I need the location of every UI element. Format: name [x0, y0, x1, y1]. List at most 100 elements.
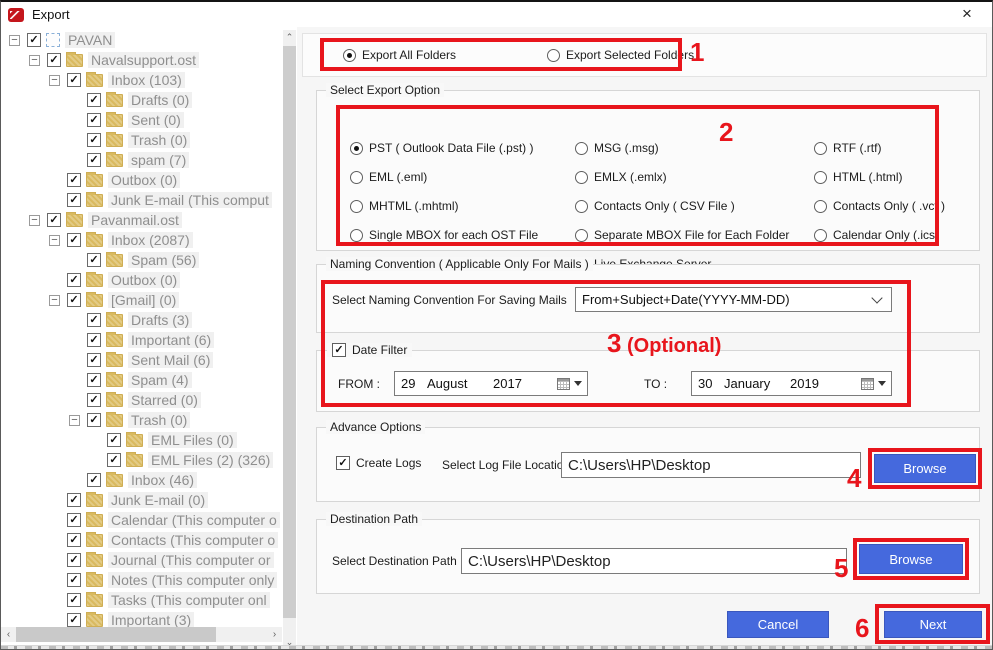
tree-item[interactable]: ✓Drafts (0) — [1, 90, 282, 110]
export-format-option[interactable]: Contacts Only ( .vcf ) — [814, 199, 945, 213]
export-format-option[interactable]: EMLX (.emlx) — [575, 170, 789, 184]
tree-item[interactable]: ✓Outbox (0) — [1, 270, 282, 290]
date-from-field[interactable]: 29 August 2017 — [394, 371, 588, 396]
radio-selected-icon[interactable] — [343, 49, 356, 62]
tree-checkbox-checked[interactable]: ✓ — [107, 433, 121, 447]
date-to-day[interactable]: 30 — [698, 376, 724, 391]
tree-item[interactable]: ✓Important (6) — [1, 330, 282, 350]
export-format-option[interactable]: PST ( Outlook Data File (.pst) ) — [350, 141, 538, 155]
date-from-day[interactable]: 29 — [401, 376, 427, 391]
export-format-option[interactable]: MHTML (.mhtml) — [350, 199, 538, 213]
tree-item[interactable]: ✓Calendar (This computer o — [1, 510, 282, 530]
checkbox-checked-icon[interactable]: ✓ — [332, 343, 346, 357]
create-logs-checkbox-row[interactable]: ✓ Create Logs — [336, 456, 421, 470]
tree-checkbox-checked[interactable]: ✓ — [87, 473, 101, 487]
radio-unselected-icon[interactable] — [814, 229, 827, 242]
collapse-icon[interactable]: − — [49, 295, 60, 306]
radio-unselected-icon[interactable] — [350, 200, 363, 213]
tree-item[interactable]: −✓[Gmail] (0) — [1, 290, 282, 310]
destination-browse-button[interactable]: Browse — [859, 544, 963, 574]
tree-vertical-scrollbar[interactable]: ⌃ ⌄ — [283, 30, 296, 645]
tree-item[interactable]: ✓Junk E-mail (0) — [1, 490, 282, 510]
tree-checkbox-checked[interactable]: ✓ — [67, 513, 81, 527]
radio-unselected-icon[interactable] — [575, 171, 588, 184]
tree-checkbox-checked[interactable]: ✓ — [87, 133, 101, 147]
tree-checkbox-checked[interactable]: ✓ — [47, 213, 61, 227]
radio-unselected-icon[interactable] — [350, 171, 363, 184]
tree-item[interactable]: ✓Sent (0) — [1, 110, 282, 130]
export-format-option[interactable]: HTML (.html) — [814, 170, 945, 184]
tree-checkbox-checked[interactable]: ✓ — [87, 413, 101, 427]
tree-checkbox-checked[interactable]: ✓ — [67, 193, 81, 207]
tree-item[interactable]: ✓Junk E-mail (This comput — [1, 190, 282, 210]
scroll-left-icon[interactable]: ‹ — [1, 627, 16, 642]
export-all-folders-radio[interactable]: Export All Folders — [343, 48, 456, 62]
tree-item[interactable]: ✓spam (7) — [1, 150, 282, 170]
tree-checkbox-checked[interactable]: ✓ — [107, 453, 121, 467]
radio-selected-icon[interactable] — [350, 142, 363, 155]
tree-checkbox-checked[interactable]: ✓ — [87, 333, 101, 347]
tree-item[interactable]: ✓Tasks (This computer onl — [1, 590, 282, 610]
tree-checkbox-checked[interactable]: ✓ — [87, 93, 101, 107]
tree-item[interactable]: ✓EML Files (0) — [1, 430, 282, 450]
tree-checkbox-checked[interactable]: ✓ — [67, 73, 81, 87]
collapse-icon[interactable]: − — [69, 415, 80, 426]
collapse-icon[interactable]: − — [49, 75, 60, 86]
export-selected-folders-radio[interactable]: Export Selected Folders — [547, 48, 694, 62]
collapse-icon[interactable]: − — [29, 55, 40, 66]
scroll-up-icon[interactable]: ⌃ — [283, 30, 296, 45]
tree-checkbox-checked[interactable]: ✓ — [27, 33, 41, 47]
tree-checkbox-checked[interactable]: ✓ — [67, 173, 81, 187]
tree-checkbox-checked[interactable]: ✓ — [87, 353, 101, 367]
tree-item[interactable]: −✓PAVAN — [1, 30, 282, 50]
tree-checkbox-checked[interactable]: ✓ — [67, 593, 81, 607]
tree-item[interactable]: ✓Spam (56) — [1, 250, 282, 270]
destination-path-input[interactable] — [461, 548, 847, 574]
collapse-icon[interactable]: − — [9, 35, 20, 46]
radio-unselected-icon[interactable] — [814, 200, 827, 213]
date-to-year[interactable]: 2019 — [790, 376, 840, 391]
export-format-option[interactable]: Calendar Only (.ics) — [814, 228, 945, 242]
tree-item[interactable]: ✓Drafts (3) — [1, 310, 282, 330]
collapse-icon[interactable]: − — [49, 235, 60, 246]
calendar-icon[interactable] — [861, 378, 874, 390]
tree-checkbox-checked[interactable]: ✓ — [67, 553, 81, 567]
tree-item[interactable]: ✓Notes (This computer only — [1, 570, 282, 590]
tree-horizontal-scrollbar[interactable]: ‹ › — [1, 627, 282, 642]
cancel-button[interactable]: Cancel — [727, 611, 829, 638]
radio-unselected-icon[interactable] — [547, 49, 560, 62]
checkbox-checked-icon[interactable]: ✓ — [336, 456, 350, 470]
export-format-option[interactable]: Contacts Only ( CSV File ) — [575, 199, 789, 213]
tree-checkbox-checked[interactable]: ✓ — [87, 253, 101, 267]
tree-item[interactable]: ✓Spam (4) — [1, 370, 282, 390]
tree-item[interactable]: −✓Pavanmail.ost — [1, 210, 282, 230]
calendar-icon[interactable] — [557, 378, 570, 390]
radio-unselected-icon[interactable] — [575, 142, 588, 155]
export-format-option[interactable]: Separate MBOX File for Each Folder — [575, 228, 789, 242]
scroll-right-icon[interactable]: › — [267, 627, 282, 642]
naming-convention-dropdown[interactable]: From+Subject+Date(YYYY-MM-DD) — [575, 287, 892, 312]
export-format-option[interactable]: EML (.eml) — [350, 170, 538, 184]
radio-unselected-icon[interactable] — [814, 171, 827, 184]
date-filter-checkbox-row[interactable]: ✓ Date Filter — [327, 343, 412, 357]
next-button[interactable]: Next — [884, 611, 982, 638]
export-format-option[interactable]: RTF (.rtf) — [814, 141, 945, 155]
radio-unselected-icon[interactable] — [350, 229, 363, 242]
tree-checkbox-checked[interactable]: ✓ — [87, 113, 101, 127]
close-icon[interactable]: × — [956, 4, 978, 24]
horizontal-scroll-thumb[interactable] — [16, 627, 216, 642]
vertical-scroll-thumb[interactable] — [283, 46, 296, 618]
tree-checkbox-checked[interactable]: ✓ — [67, 533, 81, 547]
export-format-option[interactable]: Single MBOX for each OST File — [350, 228, 538, 242]
radio-unselected-icon[interactable] — [575, 200, 588, 213]
date-to-month[interactable]: January — [724, 376, 790, 391]
tree-checkbox-checked[interactable]: ✓ — [67, 233, 81, 247]
tree-item[interactable]: −✓Inbox (2087) — [1, 230, 282, 250]
radio-unselected-icon[interactable] — [814, 142, 827, 155]
tree-checkbox-checked[interactable]: ✓ — [67, 573, 81, 587]
dropdown-caret-icon[interactable] — [574, 381, 582, 386]
log-location-input[interactable] — [561, 452, 861, 478]
tree-item[interactable]: ✓Contacts (This computer o — [1, 530, 282, 550]
tree-item[interactable]: ✓Sent Mail (6) — [1, 350, 282, 370]
tree-item[interactable]: ✓EML Files (2) (326) — [1, 450, 282, 470]
